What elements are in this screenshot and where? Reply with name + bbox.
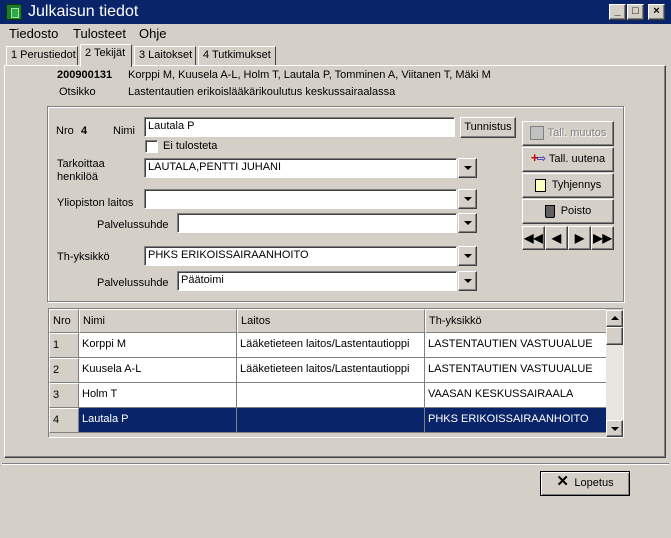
grid-cell-th-yksikko[interactable]: VAASAN KESKUSSAIRAALA (425, 383, 607, 408)
nav-next-button[interactable]: ▶ (568, 226, 591, 250)
th-yksikko-select[interactable]: PHKS ERIKOISSAIRAANHOITO (144, 246, 457, 266)
tall-muutos-label: Tall. muutos (547, 127, 607, 139)
palvelussuhde-dropdown-button-1[interactable] (458, 213, 477, 233)
window-title: Julkaisun tiedot (28, 3, 139, 20)
app-icon (6, 4, 22, 20)
grid-cell-th-yksikko[interactable]: PHKS ERIKOISSAIRAANHOITO (425, 408, 607, 433)
title-bar[interactable]: Julkaisun tiedot _ □ × (0, 0, 671, 24)
palvelussuhde-select-2[interactable]: Päätoimi (177, 271, 457, 291)
grid-cell-nimi[interactable]: Lautala P (79, 408, 237, 433)
nro-label: Nro (56, 125, 74, 137)
close-button[interactable]: × (648, 4, 665, 20)
grid-cell-nro: 4 (49, 408, 79, 433)
nav-prev-button[interactable]: ◀ (545, 226, 568, 250)
grid-cell-nimi[interactable]: Korppi M (79, 333, 237, 358)
poisto-button[interactable]: Poisto (522, 199, 614, 224)
ei-tulosteta-checkbox[interactable] (145, 140, 158, 153)
exit-icon: ✕ (556, 473, 569, 491)
tarkoittaa-label: Tarkoittaa (57, 158, 105, 170)
publication-id: 200900131 (57, 69, 113, 81)
grid-cell-nro: 3 (49, 383, 79, 408)
grid-cell-laitos[interactable]: Lääketieteen laitos/Lastentautioppi (237, 358, 425, 383)
menu-tiedosto[interactable]: Tiedosto (9, 26, 58, 41)
publication-title: Lastentautien erikoislääkärikoulutus kes… (128, 86, 396, 98)
tyhjennys-button[interactable]: Tyhjennys (522, 173, 614, 198)
grid-header-th-yksikko[interactable]: Th-yksikkö (425, 309, 607, 333)
grid-cell-nimi[interactable]: Kuusela A-L (79, 358, 237, 383)
th-yksikko-dropdown-button[interactable] (458, 246, 477, 266)
tall-muutos-button[interactable]: Tall. muutos (522, 121, 614, 146)
scroll-thumb[interactable] (606, 327, 623, 345)
nav-last-button[interactable]: ▶▶ (591, 226, 614, 250)
grid-cell-nro: 1 (49, 333, 79, 358)
tarkoittaa-select[interactable]: LAUTALA,PENTTI JUHANI (144, 158, 457, 178)
grid-cell-th-yksikko[interactable]: LASTENTAUTIEN VASTUUALUE (425, 358, 607, 383)
title-label: Otsikko (59, 86, 96, 98)
grid-header-nimi[interactable]: Nimi (79, 309, 237, 333)
tab-tekijat[interactable]: 2 Tekijät (80, 44, 132, 67)
nimi-label: Nimi (113, 125, 135, 137)
authors-grid[interactable]: Nro Nimi Laitos Th-yksikkö 1 Korppi M Lä… (48, 308, 624, 438)
lopetus-button[interactable]: ✕ Lopetus (540, 471, 630, 496)
ei-tulosteta-label: Ei tulosteta (163, 140, 218, 152)
grid-header-laitos[interactable]: Laitos (237, 309, 425, 333)
grid-cell-laitos[interactable]: Lääketieteen laitos/Lastentautioppi (237, 333, 425, 358)
maximize-button[interactable]: □ (627, 4, 644, 20)
grid-cell-laitos[interactable] (237, 408, 425, 433)
poisto-label: Poisto (560, 205, 592, 217)
nav-first-button[interactable]: ◀◀ (522, 226, 545, 250)
menu-bar: Tiedosto Tulosteet Ohje (0, 24, 671, 43)
grid-cell-nro: 2 (49, 358, 79, 383)
lopetus-label: Lopetus (574, 477, 614, 489)
menu-tulosteet[interactable]: Tulosteet (73, 26, 126, 41)
publication-authors: Korppi M, Kuusela A-L, Holm T, Lautala P… (128, 69, 491, 81)
scroll-down-button[interactable] (606, 420, 623, 437)
save-new-icon: + ⇨ (530, 150, 547, 166)
grid-cell-laitos[interactable] (237, 383, 425, 408)
yliopiston-laitos-select[interactable] (144, 189, 457, 209)
th-yksikko-label: Th-yksikkö (57, 251, 110, 263)
separator-line (2, 463, 669, 464)
palvelussuhde-label-2: Palvelussuhde (97, 277, 169, 289)
nimi-input[interactable]: Lautala P (144, 117, 455, 137)
save-icon (529, 126, 544, 141)
grid-cell-th-yksikko[interactable]: LASTENTAUTIEN VASTUUALUE (425, 333, 607, 358)
palvelussuhde-select-1[interactable] (177, 213, 457, 233)
grid-cell-nimi[interactable]: Holm T (79, 383, 237, 408)
tall-uutena-button[interactable]: + ⇨ Tall. uutena (522, 147, 614, 172)
tab-tutkimukset[interactable]: 4 Tutkimukset (198, 46, 276, 66)
trash-icon (544, 204, 555, 218)
scroll-up-button[interactable] (606, 310, 623, 327)
tall-uutena-label: Tall. uutena (548, 153, 606, 165)
menu-ohje[interactable]: Ohje (139, 26, 166, 41)
grid-vertical-scrollbar[interactable] (606, 310, 623, 437)
tyhjennys-label: Tyhjennys (551, 179, 602, 191)
grid-header-nro[interactable]: Nro (49, 309, 79, 333)
yliopiston-laitos-dropdown-button[interactable] (458, 189, 477, 209)
new-document-icon (534, 178, 546, 192)
nro-value: 4 (81, 125, 88, 137)
tab-laitokset[interactable]: 3 Laitokset (134, 46, 196, 66)
yliopiston-laitos-label: Yliopiston laitos (57, 197, 134, 209)
tunnistus-button[interactable]: Tunnistus (460, 117, 516, 138)
henkiloa-label: henkilöä (57, 171, 98, 183)
tarkoittaa-dropdown-button[interactable] (458, 158, 477, 178)
palvelussuhde-label-1: Palvelussuhde (97, 219, 169, 231)
tab-perustiedot[interactable]: 1 Perustiedot (6, 46, 78, 66)
minimize-button[interactable]: _ (609, 4, 626, 20)
palvelussuhde-dropdown-button-2[interactable] (458, 271, 477, 291)
